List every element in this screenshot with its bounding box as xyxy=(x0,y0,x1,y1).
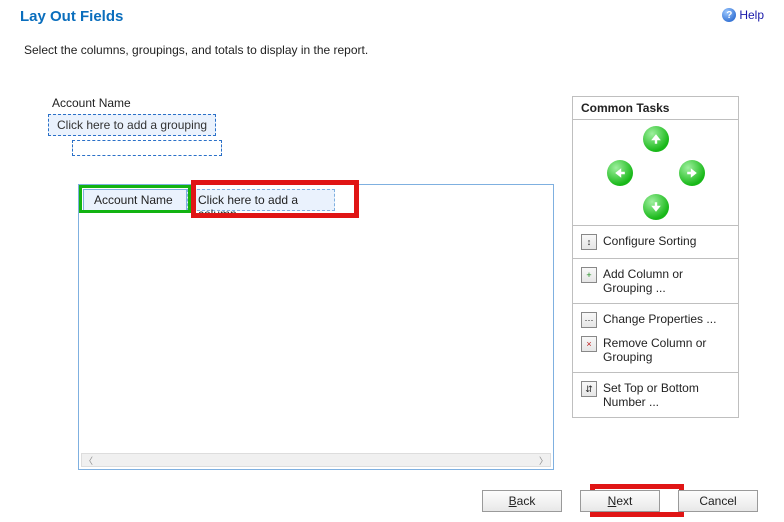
task-change-properties[interactable]: Change Properties ... xyxy=(573,308,738,332)
column-header-account[interactable]: Account Name xyxy=(83,189,187,211)
help-label: Help xyxy=(739,8,764,22)
scroll-right-icon[interactable]: 〉 xyxy=(539,454,548,467)
horizontal-scrollbar[interactable]: 〈 〉 xyxy=(81,453,551,467)
arrow-pad xyxy=(573,120,738,226)
scroll-left-icon[interactable]: 〈 xyxy=(84,454,93,467)
next-button[interactable]: NNextext xyxy=(580,490,660,512)
add-column-placeholder[interactable]: Click here to add a column xyxy=(187,189,335,211)
task-remove-column[interactable]: Remove Column or Grouping xyxy=(573,332,738,368)
page-title: Lay Out Fields xyxy=(20,8,123,25)
task-add-column[interactable]: Add Column or Grouping ... xyxy=(573,263,738,299)
task-label: Add Column or Grouping ... xyxy=(603,267,730,295)
help-link[interactable]: ? Help xyxy=(722,8,764,22)
wizard-footer: BBackack NNextext Cancel xyxy=(0,490,784,512)
arrow-down-icon xyxy=(650,201,662,213)
task-label: Set Top or Bottom Number ... xyxy=(603,381,730,409)
field-label: Account Name xyxy=(52,96,554,110)
task-label: Configure Sorting xyxy=(603,234,730,248)
arrow-right-button[interactable] xyxy=(679,160,705,186)
task-configure-sorting[interactable]: Configure Sorting xyxy=(573,230,738,254)
arrow-left-icon xyxy=(614,167,626,179)
help-icon: ? xyxy=(722,8,736,22)
report-grid: Account Name Click here to add a column … xyxy=(78,184,554,470)
instruction-text: Select the columns, groupings, and total… xyxy=(0,29,784,65)
cancel-button[interactable]: Cancel xyxy=(678,490,758,512)
back-button[interactable]: BBackack xyxy=(482,490,562,512)
remove-column-icon xyxy=(581,336,597,352)
properties-icon xyxy=(581,312,597,328)
add-column-icon xyxy=(581,267,597,283)
arrow-left-button[interactable] xyxy=(607,160,633,186)
task-label: Change Properties ... xyxy=(603,312,730,326)
arrow-right-icon xyxy=(686,167,698,179)
common-tasks-title: Common Tasks xyxy=(573,97,738,120)
task-label: Remove Column or Grouping xyxy=(603,336,730,364)
sub-grouping-placeholder[interactable] xyxy=(72,140,222,156)
add-grouping-placeholder[interactable]: Click here to add a grouping xyxy=(48,114,216,136)
task-set-top[interactable]: Set Top or Bottom Number ... xyxy=(573,377,738,413)
common-tasks-panel: Common Tasks Configure Sorting Add Colum… xyxy=(572,96,739,418)
arrow-up-button[interactable] xyxy=(643,126,669,152)
arrow-up-icon xyxy=(650,133,662,145)
sort-icon xyxy=(581,234,597,250)
top-bottom-icon xyxy=(581,381,597,397)
arrow-down-button[interactable] xyxy=(643,194,669,220)
